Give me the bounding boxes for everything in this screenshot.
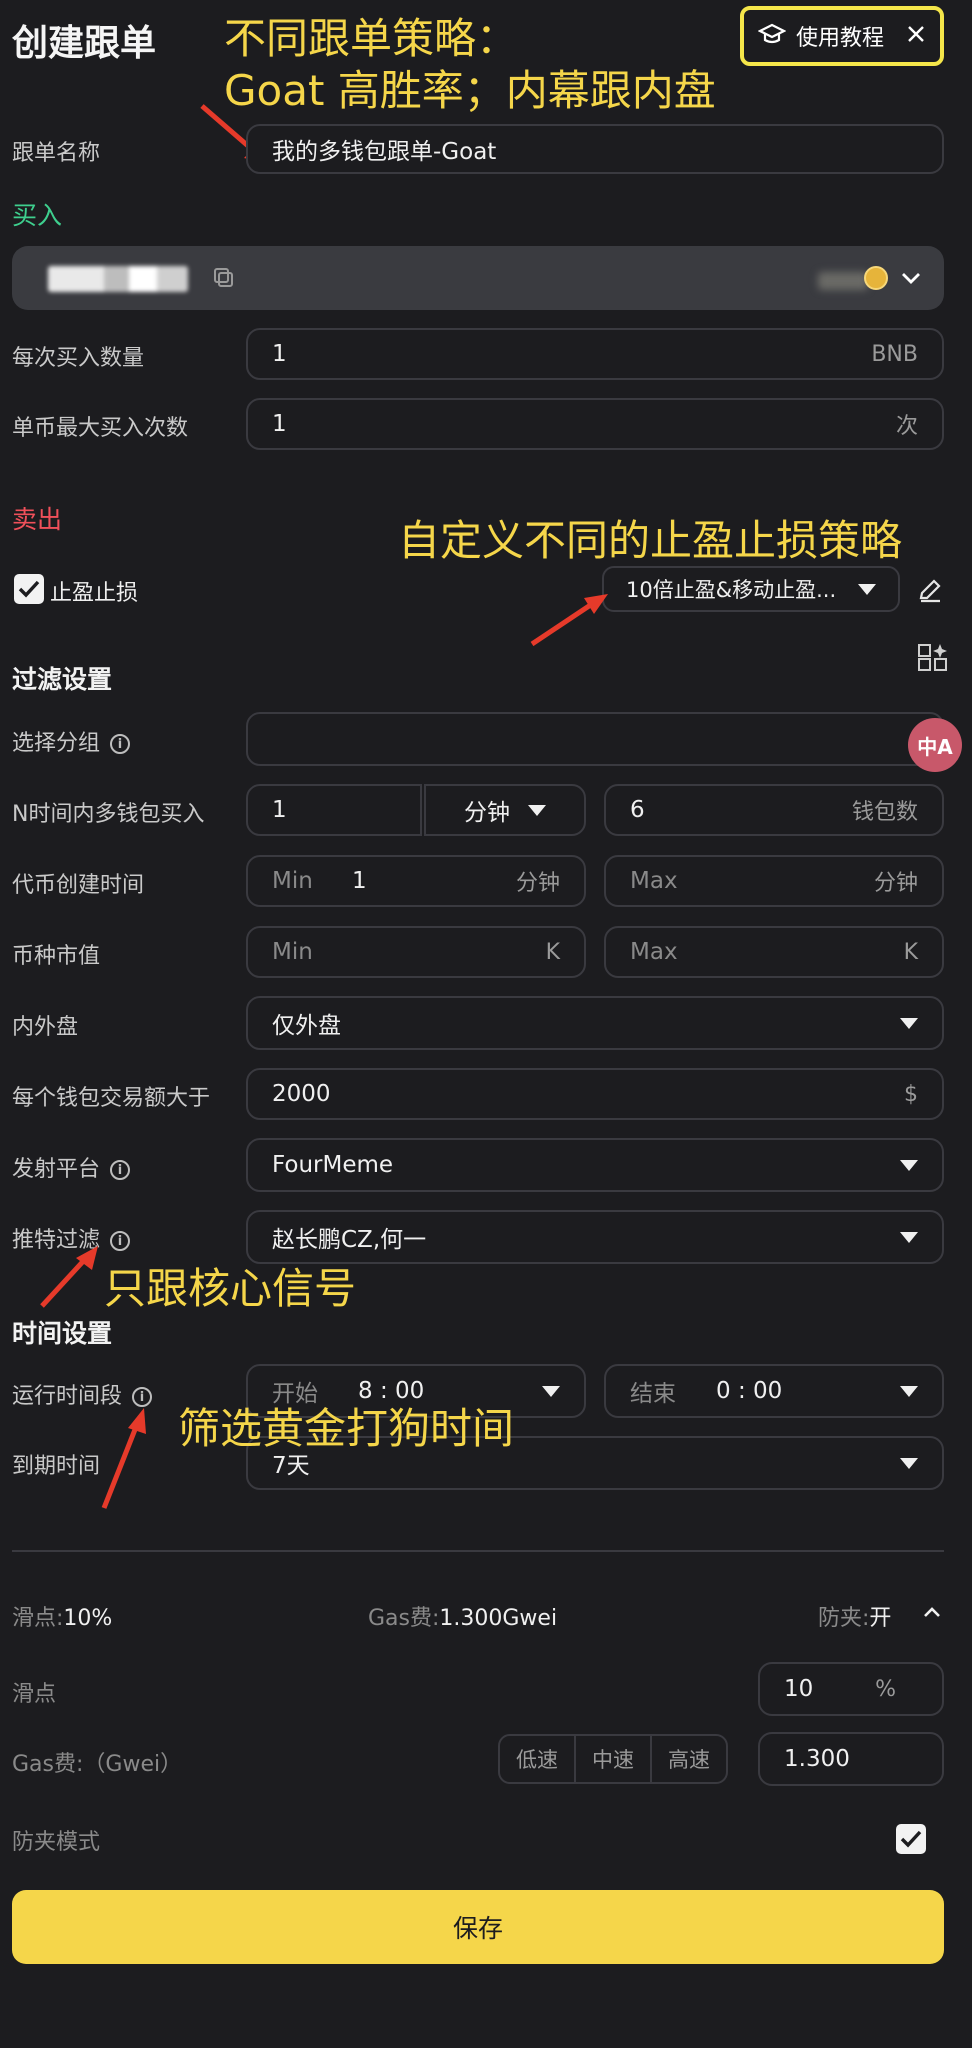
info-icon[interactable]: i bbox=[110, 734, 131, 754]
chevron-up-icon[interactable] bbox=[922, 1604, 942, 1624]
end-time-select[interactable]: 结束 0 : 00 bbox=[604, 1364, 944, 1418]
translate-floating-button[interactable]: 中A bbox=[908, 718, 962, 772]
name-input[interactable]: 我的多钱包跟单-Goat bbox=[246, 124, 944, 174]
divider bbox=[12, 1550, 944, 1552]
group-select[interactable] bbox=[246, 712, 944, 766]
graduation-cap-icon bbox=[757, 23, 787, 49]
annotation-strategy-line2: Goat 高胜率；内幕跟内盘 bbox=[224, 66, 716, 115]
caret-down-icon bbox=[900, 1385, 918, 1397]
wallet-address-blurred bbox=[48, 266, 188, 292]
annotation-stoploss: 自定义不同的止盈止损策略 bbox=[398, 516, 903, 565]
create-time-max-input[interactable]: Max 分钟 bbox=[604, 855, 944, 907]
wallet-selector[interactable] bbox=[12, 246, 944, 310]
create-time-label: 代币创建时间 bbox=[12, 873, 145, 898]
time-title: 时间设置 bbox=[12, 1319, 113, 1348]
slippage-input[interactable]: 10 % bbox=[758, 1662, 944, 1716]
max-buy-unit: 次 bbox=[895, 414, 918, 439]
market-select[interactable]: 仅外盘 bbox=[246, 996, 944, 1050]
antisandwich-label: 防夹模式 bbox=[12, 1830, 101, 1855]
caret-down-icon bbox=[900, 1159, 918, 1171]
antisandwich-checkbox[interactable] bbox=[896, 1824, 926, 1854]
twitter-select[interactable]: 赵长鹏CZ,何一 bbox=[246, 1210, 944, 1264]
mcap-label: 币种市值 bbox=[12, 944, 101, 969]
tutorial-label: 使用教程 bbox=[796, 26, 885, 51]
speed-low-button[interactable]: 低速 bbox=[498, 1734, 576, 1784]
mcap-min-input[interactable]: Min K bbox=[246, 926, 586, 978]
caret-down-icon bbox=[900, 1457, 918, 1469]
tutorial-button[interactable]: 使用教程 bbox=[740, 6, 944, 66]
platform-select[interactable]: FourMeme bbox=[246, 1138, 944, 1192]
edit-pencil-icon[interactable] bbox=[916, 576, 944, 608]
speed-mid-button[interactable]: 中速 bbox=[574, 1734, 652, 1784]
wallet-count-unit: 钱包数 bbox=[851, 800, 918, 825]
buy-title: 买入 bbox=[12, 201, 63, 230]
expire-label: 到期时间 bbox=[12, 1454, 101, 1479]
wallet-count-input[interactable]: 6 钱包数 bbox=[604, 784, 944, 836]
platform-label: 发射平台 i bbox=[12, 1151, 131, 1183]
info-icon[interactable]: i bbox=[110, 1231, 131, 1251]
tpsl-strategy-select[interactable]: 10倍止盈&移动止盈... bbox=[602, 566, 900, 612]
buy-amount-input[interactable]: 1 BNB bbox=[246, 328, 944, 380]
n-time-label: N时间内多钱包买入 bbox=[12, 802, 205, 827]
sell-title: 卖出 bbox=[12, 505, 63, 534]
annotation-strategy-line1: 不同跟单策略： bbox=[224, 14, 519, 63]
annotation-arrow-2 bbox=[530, 594, 608, 647]
tpsl-label: 止盈止损 bbox=[50, 581, 139, 606]
copy-icon[interactable] bbox=[212, 266, 236, 294]
antisandwich-summary: 防夹:开 bbox=[818, 1606, 892, 1631]
slippage-label: 滑点 bbox=[12, 1682, 57, 1707]
slippage-summary: 滑点:10% bbox=[12, 1606, 113, 1631]
caret-down-icon bbox=[900, 1017, 918, 1029]
page-title: 创建跟单 bbox=[12, 23, 157, 64]
caret-down-icon bbox=[900, 1231, 918, 1243]
save-label: 保存 bbox=[452, 1914, 503, 1943]
info-icon[interactable]: i bbox=[110, 1160, 131, 1180]
trade-amount-input[interactable]: 2000 $ bbox=[246, 1068, 944, 1120]
token-coin-icon bbox=[864, 266, 888, 290]
save-button[interactable]: 保存 bbox=[12, 1890, 944, 1964]
n-time-unit-select[interactable]: 分钟 bbox=[424, 784, 586, 836]
wallet-balance-blurred bbox=[818, 272, 868, 290]
tpsl-checkbox[interactable] bbox=[14, 574, 44, 604]
annotation-core-signal: 只跟核心信号 bbox=[104, 1264, 357, 1313]
market-label: 内外盘 bbox=[12, 1015, 79, 1040]
group-label: 选择分组 i bbox=[12, 725, 131, 757]
trade-amount-label: 每个钱包交易额大于 bbox=[12, 1086, 211, 1111]
chevron-down-icon[interactable] bbox=[900, 268, 922, 292]
gas-label: Gas费:（Gwei） bbox=[12, 1752, 183, 1777]
buy-amount-unit: BNB bbox=[871, 341, 918, 367]
caret-down-icon bbox=[528, 804, 546, 816]
gas-summary: Gas费:1.300Gwei bbox=[368, 1606, 558, 1631]
buy-amount-label: 每次买入数量 bbox=[12, 346, 145, 371]
create-time-min-input[interactable]: Min 1 分钟 bbox=[246, 855, 586, 907]
caret-down-icon bbox=[858, 583, 876, 595]
mcap-max-input[interactable]: Max K bbox=[604, 926, 944, 978]
filter-title: 过滤设置 bbox=[12, 665, 113, 694]
max-buy-input[interactable]: 1 次 bbox=[246, 398, 944, 450]
gas-input[interactable]: 1.300 bbox=[758, 1732, 944, 1786]
annotation-golden-time: 筛选黄金打狗时间 bbox=[178, 1404, 515, 1453]
apps-grid-icon[interactable] bbox=[916, 642, 950, 680]
n-time-input[interactable]: 1 bbox=[246, 784, 422, 836]
max-buy-label: 单币最大买入次数 bbox=[12, 416, 189, 441]
annotation-arrow-3 bbox=[40, 1246, 98, 1308]
name-label: 跟单名称 bbox=[12, 141, 101, 166]
close-icon[interactable] bbox=[906, 24, 926, 48]
caret-down-icon bbox=[542, 1385, 560, 1397]
annotation-arrow-4 bbox=[101, 1408, 146, 1509]
speed-high-button[interactable]: 高速 bbox=[650, 1734, 728, 1784]
